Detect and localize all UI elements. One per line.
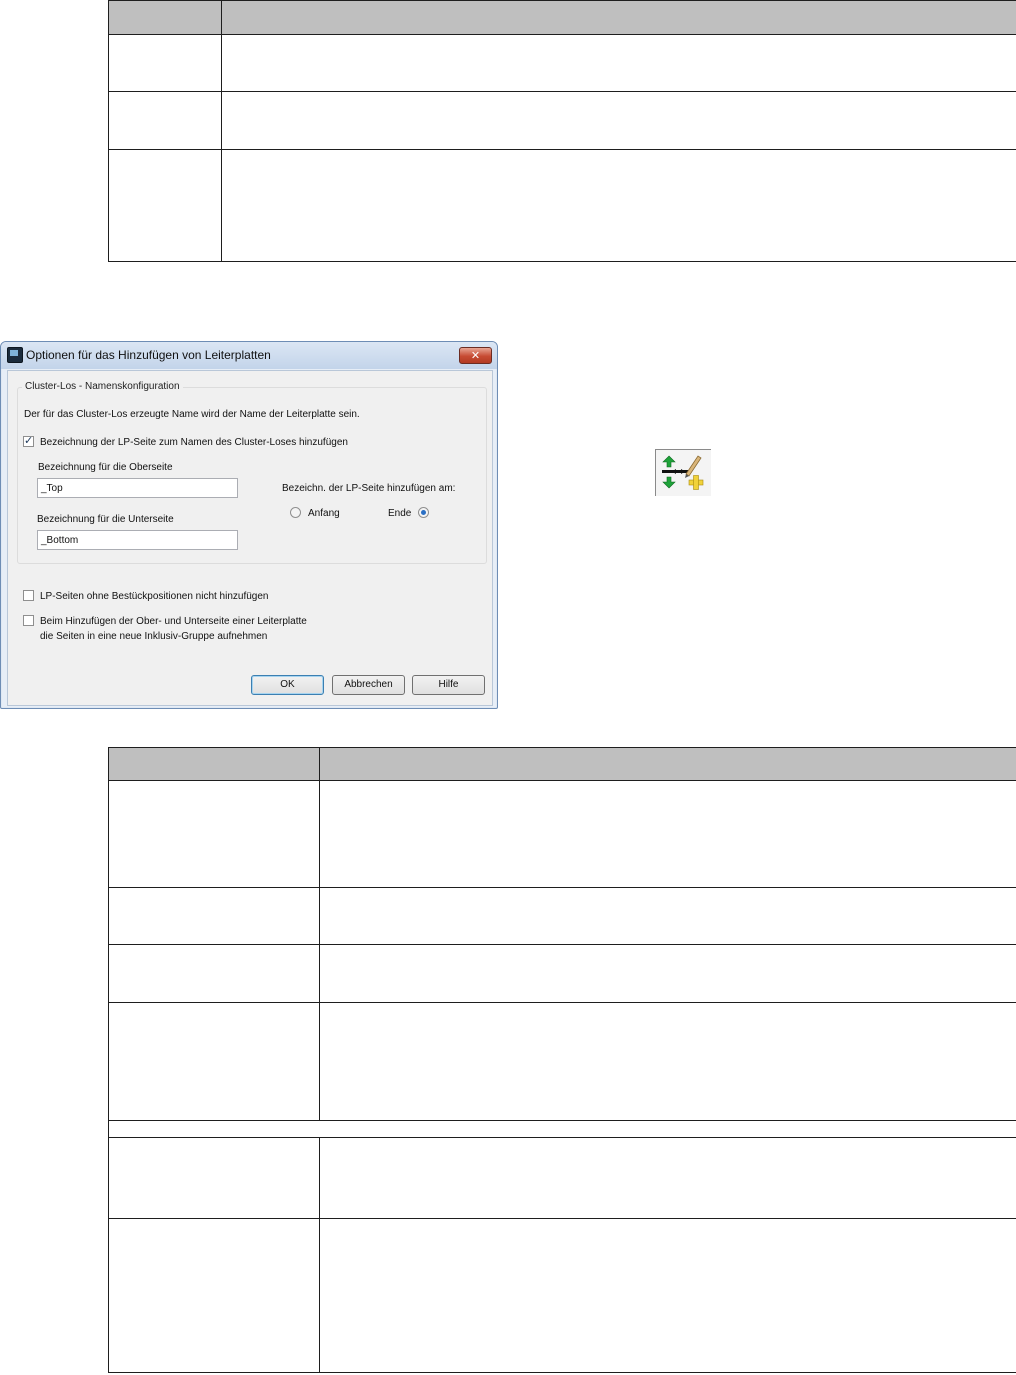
bottom-table bbox=[108, 747, 1016, 1373]
bottom-side-input[interactable]: _Bottom bbox=[37, 530, 238, 550]
table-cell bbox=[319, 887, 1016, 945]
dialog-client: Cluster-Los - Namenskonfiguration Der fü… bbox=[7, 370, 493, 706]
table-cell bbox=[221, 91, 1016, 150]
table-separator-row bbox=[108, 1120, 1016, 1138]
table-cell bbox=[319, 1002, 1016, 1121]
bottom-side-label: Bezeichnung für die Unterseite bbox=[37, 514, 174, 525]
top-table-header-2 bbox=[221, 0, 1016, 35]
add-side-label: Bezeichnung der LP-Seite zum Namen des C… bbox=[40, 437, 348, 448]
table-cell bbox=[108, 780, 320, 888]
radio-end[interactable] bbox=[418, 507, 429, 518]
table-cell bbox=[108, 149, 222, 262]
no-empty-sides-label: LP-Seiten ohne Bestückpositionen nicht h… bbox=[40, 591, 269, 602]
app-icon bbox=[7, 347, 23, 363]
table-cell bbox=[108, 34, 222, 92]
position-label: Bezeichn. der LP-Seite hinzufügen am: bbox=[282, 483, 456, 494]
add-boards-options-icon-graphic bbox=[662, 455, 704, 490]
dialog-title: Optionen für das Hinzufügen von Leiterpl… bbox=[26, 348, 271, 362]
bottom-table-header-1 bbox=[108, 747, 320, 781]
top-side-label: Bezeichnung für die Oberseite bbox=[38, 462, 173, 473]
table-cell bbox=[221, 149, 1016, 262]
inclusive-group-label-2: die Seiten in eine neue Inklusiv-Gruppe … bbox=[40, 631, 268, 642]
radio-end-label: Ende bbox=[388, 508, 412, 519]
table-cell bbox=[319, 780, 1016, 888]
table-cell bbox=[319, 944, 1016, 1003]
inclusive-group-checkbox[interactable] bbox=[23, 615, 34, 626]
table-cell bbox=[108, 944, 320, 1003]
table-cell bbox=[108, 91, 222, 150]
table-cell bbox=[319, 1218, 1016, 1373]
ok-button[interactable]: OK bbox=[251, 675, 324, 695]
table-cell bbox=[108, 1002, 320, 1121]
top-table-header-1 bbox=[108, 0, 222, 35]
no-empty-sides-checkbox[interactable] bbox=[23, 590, 34, 601]
table-cell bbox=[108, 1218, 320, 1373]
add-boards-options-dialog: Optionen für das Hinzufügen von Leiterpl… bbox=[0, 341, 498, 709]
inclusive-group-label-1: Beim Hinzufügen der Ober- und Unterseite… bbox=[40, 616, 307, 627]
dialog-titlebar: Optionen für das Hinzufügen von Leiterpl… bbox=[1, 342, 497, 369]
group-caption: Cluster-Los - Namenskonfiguration bbox=[22, 381, 183, 392]
top-side-input[interactable]: _Top bbox=[37, 478, 238, 498]
radio-start-label: Anfang bbox=[308, 508, 340, 519]
table-cell bbox=[108, 887, 320, 945]
close-button[interactable]: ✕ bbox=[459, 347, 492, 364]
table-cell bbox=[221, 34, 1016, 92]
info-text: Der für das Cluster-Los erzeugte Name wi… bbox=[24, 409, 360, 420]
radio-start[interactable] bbox=[290, 507, 301, 518]
bottom-table-header-2 bbox=[319, 747, 1016, 781]
add-side-checkbox[interactable] bbox=[23, 434, 34, 447]
help-button[interactable]: Hilfe bbox=[412, 675, 485, 695]
top-table bbox=[108, 0, 1016, 262]
cancel-button[interactable]: Abbrechen bbox=[332, 675, 405, 695]
add-boards-options-icon[interactable] bbox=[655, 449, 711, 496]
table-cell bbox=[108, 1137, 320, 1219]
table-cell bbox=[319, 1137, 1016, 1219]
